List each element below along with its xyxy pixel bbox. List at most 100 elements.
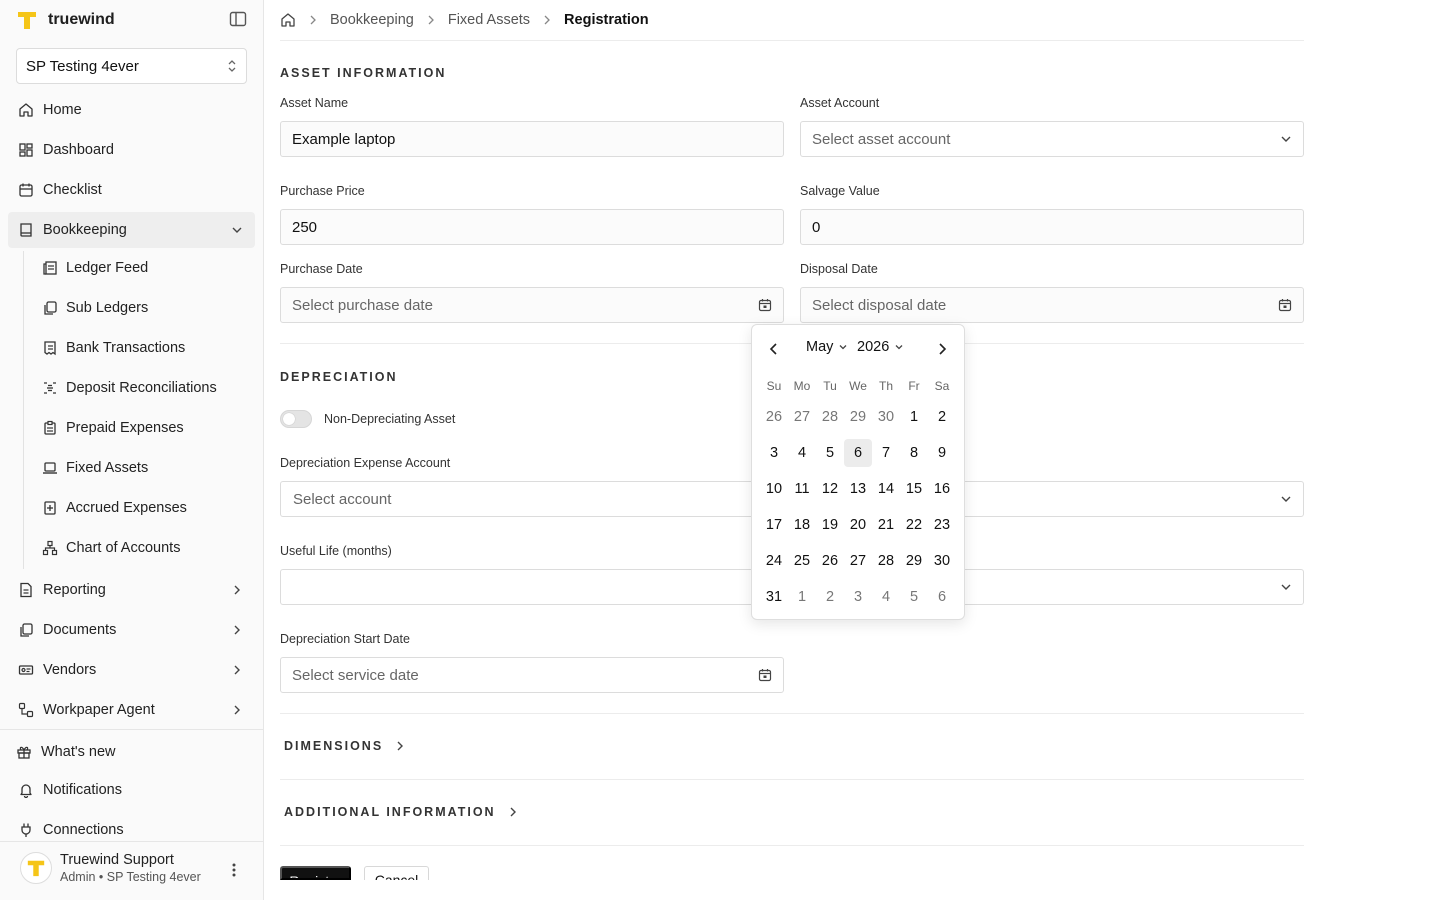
cancel-button[interactable]: Cancel [364,866,429,880]
sidebar-item-label: Sub Ledgers [66,300,149,316]
sidebar-item-bank-transactions[interactable]: Bank Transactions [33,332,255,364]
calendar-day[interactable]: 10 [760,475,788,503]
calendar-day[interactable]: 26 [816,547,844,575]
truewind-logo-icon [16,9,38,31]
depreciation-start-date-input[interactable]: Select service date [280,657,784,693]
brand[interactable]: truewind [16,8,115,32]
month-select[interactable]: May [806,339,848,355]
organization-select[interactable]: SP Testing 4ever [16,48,247,84]
nav-notifications[interactable]: Notifications [8,772,255,808]
user-profile[interactable]: Truewind Support Admin • SP Testing 4eve… [20,852,201,884]
organization-name: SP Testing 4ever [26,57,139,75]
calendar-day[interactable]: 1 [900,403,928,431]
breadcrumb-bookkeeping[interactable]: Bookkeeping [330,12,414,28]
calendar-day[interactable]: 13 [844,475,872,503]
more-vertical-icon[interactable] [226,861,242,879]
calendar-day[interactable]: 9 [928,439,956,467]
nav-workpaper-agent[interactable]: Workpaper Agent [8,692,255,728]
calendar-day-outside-month[interactable]: 27 [788,403,816,431]
calendar-day-outside-month[interactable]: 2 [816,583,844,611]
calendar-day[interactable]: 3 [760,439,788,467]
sidebar-item-accrued-expenses[interactable]: Accrued Expenses [33,492,255,524]
sidebar-item-chart-of-accounts[interactable]: Chart of Accounts [33,532,255,564]
calendar-day[interactable]: 21 [872,511,900,539]
chevron-right-icon [231,704,243,716]
agent-icon [18,702,34,718]
asset-name-input[interactable]: Example laptop [280,121,784,157]
calendar-day-outside-month[interactable]: 28 [816,403,844,431]
purchase-date-input[interactable]: Select purchase date [280,287,784,323]
chevron-down-icon [894,342,904,352]
calendar-day[interactable]: 28 [872,547,900,575]
calendar-day-outside-month[interactable]: 26 [760,403,788,431]
calendar-icon[interactable] [1278,298,1292,312]
report-icon [18,582,34,598]
salvage-value-input[interactable]: 0 [800,209,1304,245]
nav-bookkeeping[interactable]: Bookkeeping [8,212,255,248]
nav-documents[interactable]: Documents [8,612,255,648]
calendar-day[interactable]: 2 [928,403,956,431]
calendar-day[interactable]: 30 [928,547,956,575]
calendar-day[interactable]: 6 [844,439,872,467]
calendar-icon[interactable] [758,298,772,312]
weekday-header: We [849,379,867,393]
calendar-day[interactable]: 12 [816,475,844,503]
calendar-day[interactable]: 11 [788,475,816,503]
calendar-day[interactable]: 20 [844,511,872,539]
calendar-day[interactable]: 8 [900,439,928,467]
calendar-day-outside-month[interactable]: 5 [900,583,928,611]
sidebar-item-deposit-reconciliations[interactable]: Deposit Reconciliations [33,372,255,404]
year-select[interactable]: 2026 [857,339,904,355]
calendar-icon[interactable] [758,668,772,682]
purchase-price-input[interactable]: 250 [280,209,784,245]
asset-account-select[interactable]: Select asset account [800,121,1304,157]
calendar-day[interactable]: 29 [900,547,928,575]
nav-reporting[interactable]: Reporting [8,572,255,608]
calendar-day[interactable]: 4 [788,439,816,467]
calendar-day[interactable]: 22 [900,511,928,539]
dimensions-section-toggle[interactable]: DIMENSIONS [284,739,405,753]
calendar-day[interactable]: 5 [816,439,844,467]
sidebar-item-prepaid-expenses[interactable]: Prepaid Expenses [33,412,255,444]
disposal-date-input[interactable]: Select disposal date [800,287,1304,323]
home-icon[interactable] [280,12,296,28]
calendar-day[interactable]: 18 [788,511,816,539]
calendar-day[interactable]: 24 [760,547,788,575]
calendar-day-outside-month[interactable]: 6 [928,583,956,611]
nav-dashboard[interactable]: Dashboard [8,132,255,168]
nav-vendors[interactable]: Vendors [8,652,255,688]
sidebar-toggle-icon[interactable] [229,11,249,29]
calendar-day[interactable]: 19 [816,511,844,539]
nav-whats-new[interactable]: What's new [8,734,255,770]
calendar-day-outside-month[interactable]: 29 [844,403,872,431]
nav-connections[interactable]: Connections [8,812,255,848]
calendar-day[interactable]: 31 [760,583,788,611]
avatar [20,852,52,884]
previous-month-button[interactable] [766,341,782,357]
calendar-day[interactable]: 15 [900,475,928,503]
calendar-day[interactable]: 7 [872,439,900,467]
calendar-day-outside-month[interactable]: 4 [872,583,900,611]
non-depreciating-toggle[interactable] [280,410,312,428]
calendar-day-outside-month[interactable]: 1 [788,583,816,611]
nav-checklist[interactable]: Checklist [8,172,255,208]
nav-home[interactable]: Home [8,92,255,128]
nav-label: What's new [41,744,116,760]
register-button[interactable]: Register [280,866,351,880]
next-month-button[interactable] [934,341,950,357]
calendar-day[interactable]: 27 [844,547,872,575]
calendar-day[interactable]: 16 [928,475,956,503]
chevron-down-icon [1280,581,1292,593]
sidebar-item-sub-ledgers[interactable]: Sub Ledgers [33,292,255,324]
calendar-day-outside-month[interactable]: 3 [844,583,872,611]
calendar-day[interactable]: 17 [760,511,788,539]
calendar-day[interactable]: 25 [788,547,816,575]
sidebar-item-ledger-feed[interactable]: Ledger Feed [33,252,255,284]
dimensions-heading: DIMENSIONS [284,739,384,753]
additional-information-section-toggle[interactable]: ADDITIONAL INFORMATION [284,805,518,819]
calendar-day[interactable]: 23 [928,511,956,539]
calendar-day[interactable]: 14 [872,475,900,503]
sidebar-item-fixed-assets[interactable]: Fixed Assets [33,452,255,484]
breadcrumb-fixed-assets[interactable]: Fixed Assets [448,12,530,28]
calendar-day-outside-month[interactable]: 30 [872,403,900,431]
